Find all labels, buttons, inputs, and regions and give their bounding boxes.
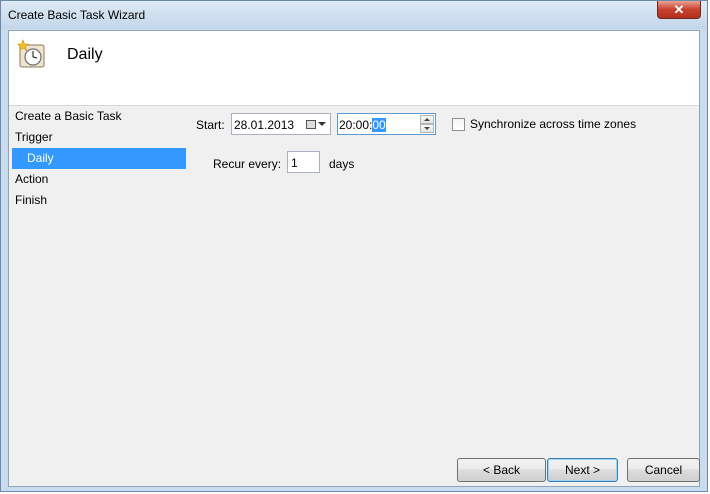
cancel-button-label: Cancel	[644, 463, 683, 477]
recur-days-value: 1	[291, 156, 298, 170]
next-button-label: Next >	[564, 463, 600, 477]
close-button[interactable]: ✕	[657, 1, 701, 19]
page-title: Daily	[67, 46, 103, 63]
spin-up-button[interactable]	[420, 115, 434, 124]
nav-step-daily[interactable]: Daily	[12, 148, 186, 169]
start-time-seconds-selected: 00	[372, 118, 386, 132]
start-date-picker[interactable]: 28.01.2013	[231, 113, 331, 135]
start-time-value: 20:00:00	[339, 118, 386, 132]
window-title: Create Basic Task Wizard	[8, 8, 146, 22]
nav-step-finish[interactable]: Finish	[9, 190, 189, 211]
back-button-label: < Back	[482, 463, 521, 477]
arrow-down-icon	[424, 127, 430, 130]
nav-step-label: Daily	[27, 151, 54, 165]
next-button[interactable]: Next >	[547, 458, 618, 482]
cancel-button[interactable]: Cancel	[627, 458, 700, 482]
start-date-value: 28.01.2013	[234, 118, 295, 132]
calendar-icon	[306, 119, 316, 129]
calendar-clock-icon	[17, 39, 45, 68]
sync-timezones-label[interactable]: Synchronize across time zones	[470, 117, 636, 131]
nav-step-label: Create a Basic Task	[15, 109, 122, 123]
sync-timezones-checkbox[interactable]	[452, 118, 465, 131]
wizard-header: Daily	[9, 31, 699, 106]
nav-step-label: Finish	[15, 193, 48, 207]
title-bar[interactable]: Create Basic Task Wizard ✕	[1, 1, 707, 29]
nav-step-trigger[interactable]: Trigger	[9, 127, 189, 148]
calendar-dropdown-button[interactable]	[304, 116, 328, 132]
recur-days-input[interactable]: 1	[287, 151, 320, 173]
start-label: Start:	[196, 118, 225, 132]
chevron-down-icon	[318, 122, 326, 126]
nav-step-create-basic-task[interactable]: Create a Basic Task	[9, 106, 189, 127]
time-spinner[interactable]	[420, 115, 434, 133]
spin-down-button[interactable]	[420, 124, 434, 133]
nav-step-action[interactable]: Action	[9, 169, 189, 190]
wizard-client-area: Daily Create a Basic Task Trigger Daily …	[8, 30, 700, 487]
arrow-up-icon	[424, 118, 430, 121]
recur-every-label: Recur every:	[213, 157, 282, 171]
recur-unit-label: days	[329, 157, 355, 171]
close-icon: ✕	[673, 1, 685, 17]
start-time-hours-minutes: 20:00:	[339, 118, 373, 132]
start-time-field[interactable]: 20:00:00	[337, 113, 436, 135]
wizard-window: Create Basic Task Wizard ✕ Daily Create …	[0, 0, 708, 492]
back-button[interactable]: < Back	[457, 458, 546, 482]
nav-step-label: Action	[15, 172, 49, 186]
wizard-steps-nav: Create a Basic Task Trigger Daily Action…	[9, 106, 189, 211]
nav-step-label: Trigger	[15, 130, 53, 144]
